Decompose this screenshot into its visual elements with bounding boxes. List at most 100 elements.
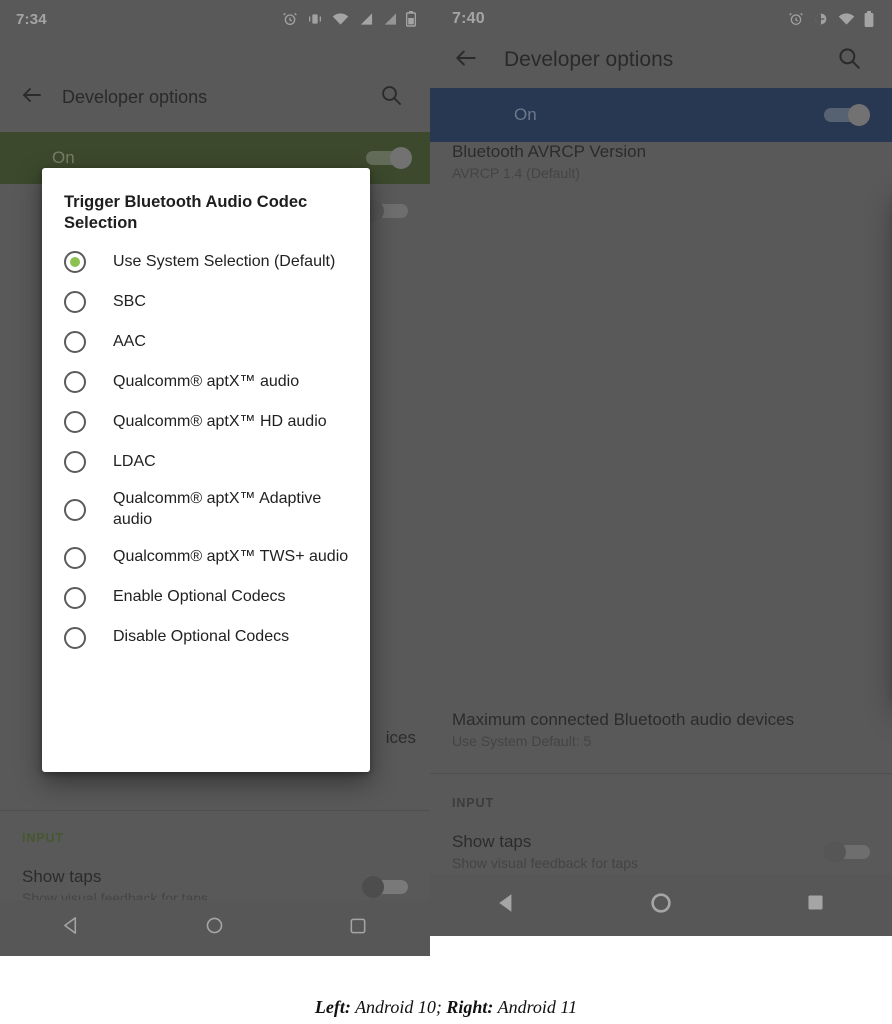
master-switch-toggle[interactable] [364,147,412,169]
partial-row-label: ices [385,728,416,747]
codec-option[interactable]: Enable Optional Codecs [42,578,370,618]
search-icon [379,83,403,112]
battery-icon [864,10,874,28]
master-switch-label: On [514,105,537,124]
radio-button[interactable] [64,330,86,353]
left-status-bar: 7:34 [0,0,430,38]
nav-recents-button[interactable] [787,882,843,928]
status-icons [282,11,416,27]
codec-option-label: Qualcomm® aptX™ audio [113,372,300,390]
alarm-icon [282,11,298,27]
nav-back-icon [62,916,81,940]
back-button[interactable] [10,75,54,119]
radio-button[interactable] [64,370,86,393]
left-app-bar: Developer options [0,68,430,126]
right-navigation-bar [430,874,892,936]
show-taps-title: Show taps [452,832,532,851]
codec-option[interactable]: Qualcomm® aptX™ audio [42,362,370,402]
avrcp-subtitle: AVRCP 1.4 (Default) [452,165,580,181]
nav-recents-icon [349,917,367,940]
wifi-icon [838,12,855,26]
codec-option-label: Enable Optional Codecs [113,588,286,606]
toggle-knob [362,875,384,898]
codec-option-label: Disable Optional Codecs [113,628,290,646]
radio-button[interactable] [64,498,86,521]
show-taps-toggle[interactable] [824,840,870,863]
page-title: Developer options [504,48,674,71]
right-lower-list: Maximum connected Bluetooth audio device… [430,700,892,881]
arrow-back-icon [453,45,479,76]
master-switch-label: On [52,148,75,167]
section-header-input: INPUT [452,796,494,810]
codec-option[interactable]: Qualcomm® aptX™ Adaptive audio [42,482,370,538]
nav-home-button[interactable] [633,882,689,928]
battery-icon [406,11,416,27]
radio-button-selected[interactable] [64,250,86,273]
nav-home-button[interactable] [187,905,243,951]
codec-option-label: Qualcomm® aptX™ Adaptive audio [113,489,322,528]
caption-right-label: Right: [446,997,494,1017]
codec-option[interactable]: Disable Optional Codecs [42,618,370,658]
status-clock: 7:34 [16,10,47,28]
radio-button[interactable] [64,586,86,609]
radio-button[interactable] [64,410,86,433]
arrow-back-icon [20,83,44,112]
right-background-list: Bluetooth AVRCP Version AVRCP 1.4 (Defau… [430,132,892,191]
vibrate-icon [307,11,323,27]
toggle-knob [824,840,846,863]
avrcp-row[interactable]: Bluetooth AVRCP Version AVRCP 1.4 (Defau… [430,132,892,191]
section-divider [0,810,430,811]
show-taps-row[interactable]: Show taps Show visual feedback for taps [430,810,892,881]
codec-option-label: Qualcomm® aptX™ TWS+ audio [113,548,349,566]
radio-button[interactable] [64,450,86,473]
codec-option-list: Use System Selection (Default) SBC AAC Qual… [42,234,370,658]
max-devices-title: Maximum connected Bluetooth audio device… [452,710,795,729]
codec-option[interactable]: Qualcomm® aptX™ HD audio [42,402,370,442]
nav-recents-button[interactable] [330,905,386,951]
radio-button[interactable] [64,290,86,313]
signal-icon [382,12,397,26]
left-navigation-bar [0,900,430,956]
page-title: Developer options [62,86,208,107]
show-taps-subtitle: Show visual feedback for taps [452,855,638,871]
left-phone-screenshot: 7:34 Developer options On ices INPUT Sho… [0,0,430,956]
search-button[interactable] [828,39,870,81]
alarm-icon [788,11,804,27]
screenshot-root: 7:34 Developer options On ices INPUT Sho… [0,0,892,1024]
caption-left-value: Android 10; [350,997,447,1017]
section-header-input: INPUT [22,831,64,845]
codec-option-label: LDAC [113,452,156,470]
search-button[interactable] [370,76,412,118]
status-icons [788,10,874,28]
nav-back-button[interactable] [479,882,535,928]
nav-back-icon [496,892,518,919]
back-button[interactable] [444,38,488,82]
max-devices-subtitle: Use System Default: 5 [452,733,592,749]
nav-back-button[interactable] [44,905,100,951]
dnd-icon [813,11,829,27]
status-clock: 7:40 [452,10,485,27]
figure-caption: Left: Android 10; Right: Android 11 [0,997,892,1018]
radio-button[interactable] [64,626,86,649]
signal-icon [358,12,373,26]
codec-option[interactable]: LDAC [42,442,370,482]
radio-button[interactable] [64,546,86,569]
nav-home-icon [650,892,672,919]
codec-option-label: SBC [113,292,146,310]
codec-option[interactable]: Use System Selection (Default) [42,242,370,282]
right-phone-screenshot: 7:40 Developer options On Bluetooth AVRC… [430,0,892,936]
caption-left-label: Left: [314,997,351,1017]
codec-option[interactable]: SBC [42,282,370,322]
codec-option-label: AAC [113,332,146,350]
switch-thumb [390,147,412,169]
show-taps-toggle[interactable] [362,875,408,898]
master-switch-toggle[interactable] [822,104,870,126]
dialog-title: Trigger Bluetooth Audio Codec Selection [64,193,308,232]
right-app-bar: Developer options [430,32,892,88]
codec-option-label: Qualcomm® aptX™ HD audio [113,412,327,430]
avrcp-title: Bluetooth AVRCP Version [452,142,647,161]
codec-option-label: Use System Selection (Default) [113,252,336,270]
max-devices-row[interactable]: Maximum connected Bluetooth audio device… [430,700,892,759]
codec-option[interactable]: Qualcomm® aptX™ TWS+ audio [42,538,370,578]
codec-option[interactable]: AAC [42,322,370,362]
